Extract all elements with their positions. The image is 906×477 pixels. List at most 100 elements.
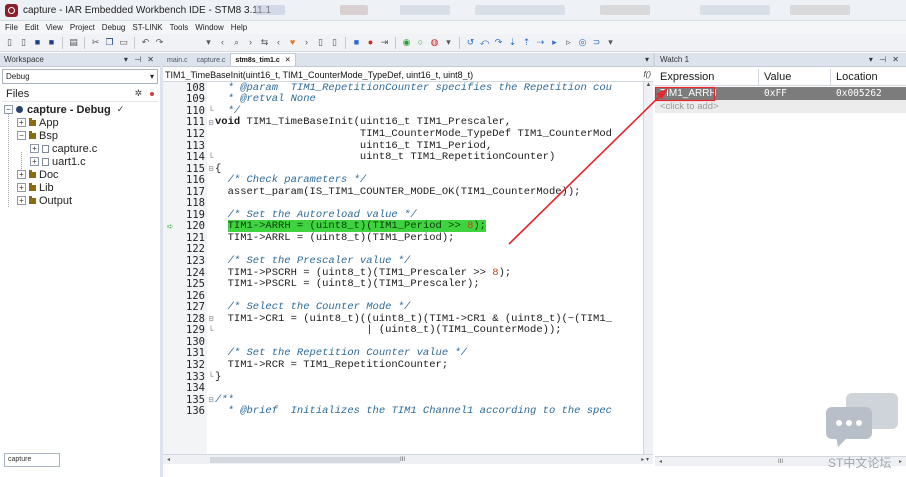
expand-icon[interactable]: + [17,196,26,205]
tab-list-chevron-icon[interactable]: ▾ [645,55,649,64]
column-expression[interactable]: Expression [655,68,759,86]
debug-no-download-icon[interactable]: ○ [415,37,426,48]
code-line[interactable]: 114 └ uint8_t TIM1_RepetitionCounter) [163,151,643,163]
next-bookmark-icon[interactable]: › [301,37,312,48]
expand-icon[interactable]: + [17,118,26,127]
watch-add-row[interactable]: <click to add> [655,100,906,113]
scrollbar-thumb[interactable] [210,456,401,463]
toolbar-overflow-icon[interactable]: ▾ [605,37,616,48]
column-value[interactable]: Value [759,68,831,86]
break-icon[interactable]: ⤺ [479,37,490,48]
code-line[interactable]: 118 [163,197,643,209]
compile-icon[interactable]: ▯ [315,37,326,48]
code-line[interactable]: 120 TIM1->ARRH = (uint8_t)(TIM1_Period >… [163,220,643,233]
tree-item-app[interactable]: + App [4,116,158,129]
step-over-icon[interactable]: ↷ [493,37,504,48]
back-icon[interactable]: ‹ [217,37,228,48]
code-line[interactable]: 109 * @retval None [163,93,643,105]
editor-horizontal-scrollbar[interactable]: ◂ III ▸ ▾ [163,454,653,464]
expand-icon[interactable]: + [17,170,26,179]
next-statement-icon[interactable]: ⇢ [535,37,546,48]
code-line[interactable]: 131 /* Set the Repetition Counter value … [163,347,643,359]
close-icon[interactable]: ✕ [285,57,291,64]
forward-icon[interactable]: › [245,37,256,48]
tab-main-c[interactable]: main.c [163,55,192,66]
tree-item-project[interactable]: − capture - Debug ✓ [4,103,158,116]
code-line[interactable]: 130 [163,336,643,348]
code-line[interactable]: 110 └ */ [163,105,643,117]
tree-item-bsp[interactable]: − Bsp [4,129,158,142]
bookmark-icon[interactable]: ♥ [287,37,298,48]
cut-icon[interactable]: ✂ [90,37,101,48]
code-line[interactable]: 111 ⊟ void TIM1_TimeBaseInit(uint16_t TIM1… [163,116,643,128]
code-line[interactable]: 117 assert_param(IS_TIM1_COUNTER_MODE_OK… [163,186,643,198]
configuration-select[interactable]: Debug ▾ [2,69,158,84]
expand-icon[interactable]: + [30,157,39,166]
fold-toggle-icon[interactable]: ⊟ [207,314,215,323]
menu-edit[interactable]: Edit [25,23,39,32]
prev-bookmark-icon[interactable]: ‹ [273,37,284,48]
menu-project[interactable]: Project [70,23,95,32]
code-line[interactable]: 127 /* Select the Counter Mode */ [163,301,643,313]
menu-st-link[interactable]: ST-LINK [132,23,162,32]
find-icon[interactable]: ⌕ [231,37,242,48]
watch-window-controls[interactable]: ▾ ⊣ ✕ [869,55,901,64]
code-line[interactable]: 124 TIM1->PSCRH = (uint8_t)(TIM1_Prescal… [163,267,643,279]
menu-help[interactable]: Help [231,23,247,32]
code-line[interactable]: 125 TIM1->PSCRL = (uint8_t)(TIM1_Prescal… [163,278,643,290]
menu-tools[interactable]: Tools [170,23,189,32]
copy-icon[interactable]: ❐ [104,37,115,48]
code-line[interactable]: 121 TIM1->ARRL = (uint8_t)(TIM1_Period); [163,232,643,244]
collapse-icon[interactable]: − [17,131,26,140]
tree-item-capture-c[interactable]: + capture.c [4,142,158,155]
tree-item-doc[interactable]: + Doc [4,168,158,181]
save-icon[interactable]: ■ [32,37,43,48]
fold-toggle-icon[interactable]: ⊟ [207,164,215,173]
scroll-right-icon[interactable]: ▸ [899,458,902,465]
open-file-icon[interactable]: ▯ [18,37,29,48]
make-icon[interactable]: ▯ [329,37,340,48]
menu-view[interactable]: View [46,23,63,32]
scroll-left-icon[interactable]: ◂ [659,458,662,465]
watch-row[interactable]: TIM1_ARRH 0xFF 0x005262 [655,87,906,100]
code-line[interactable]: 126 [163,290,643,302]
toggle-bookmark-icon[interactable]: ⇆ [259,37,270,48]
workspace-window-controls[interactable]: ▾ ⊣ ✕ [124,55,156,64]
menu-debug[interactable]: Debug [102,23,126,32]
paste-icon[interactable]: ▭ [118,37,129,48]
code-line[interactable]: 123 /* Set the Prescaler value */ [163,255,643,267]
code-line[interactable]: 122 [163,243,643,255]
download-debug-icon[interactable]: ◉ [401,37,412,48]
menu-window[interactable]: Window [195,23,223,32]
go-icon[interactable]: ▹ [563,37,574,48]
code-line[interactable]: 136 * @brief Initializes the TIM1 Channe… [163,405,643,417]
scroll-up-icon[interactable]: ▲ [644,82,653,88]
undo-icon[interactable]: ↶ [140,37,151,48]
run-to-cursor-icon[interactable]: ▸ [549,37,560,48]
dropdown-icon[interactable]: ▾ [203,37,214,48]
expand-icon[interactable]: + [17,183,26,192]
code-line[interactable]: 129 └ | (uint8_t)(TIM1_CounterMode)); [163,324,643,336]
function-navigation-bar[interactable]: TIM1_TimeBaseInit(uint16_t, TIM1_Counter… [163,68,653,82]
code-line[interactable]: 115 ⊟{ [163,163,643,175]
gear-icon[interactable]: ✲ [134,88,142,99]
code-line[interactable]: 134 [163,382,643,394]
code-line[interactable]: 119 /* Set the Autoreload value */ [163,209,643,221]
menu-file[interactable]: File [5,23,18,32]
reset-chip-icon[interactable]: ⊃ [591,37,602,48]
step-into-icon[interactable]: ⇣ [507,37,518,48]
code-line[interactable]: 108 * @param TIM1_RepetitionCounter spec… [163,82,643,94]
function-list-icon[interactable]: f() [643,70,651,79]
reset-icon[interactable]: ↺ [465,37,476,48]
code-line[interactable]: 113 uint16_t TIM1_Period, [163,140,643,152]
toolbar-overflow-icon[interactable]: ▾ [443,37,454,48]
editor-vertical-scrollbar[interactable]: ▲ [643,82,653,454]
code-line[interactable]: 116 /* Check parameters */ [163,174,643,186]
stop-debug-icon[interactable]: ◍ [429,37,440,48]
breakpoints-icon[interactable]: ⇥ [379,37,390,48]
workspace-bottom-tab[interactable]: capture [4,453,60,467]
scroll-right-icon[interactable]: ▸ ▾ [641,456,649,463]
tree-item-lib[interactable]: + Lib [4,181,158,194]
step-out-icon[interactable]: ⇡ [521,37,532,48]
code-line[interactable]: 112 TIM1_CounterMode_TypeDef TIM1_Counte… [163,128,643,140]
